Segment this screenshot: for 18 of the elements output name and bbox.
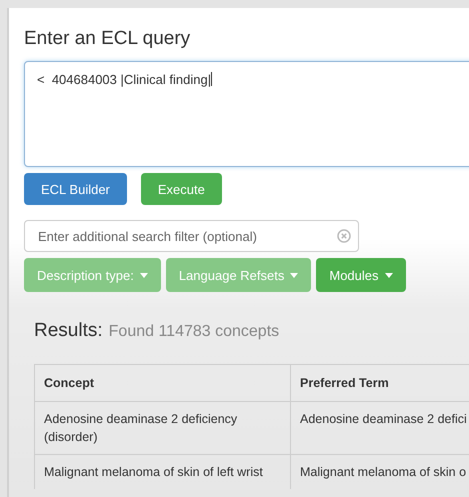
caret-icon bbox=[384, 272, 392, 278]
caret-icon bbox=[140, 272, 148, 278]
caret-icon bbox=[290, 272, 298, 278]
table-cell: Adenosine deaminase 2 deficiency (disorder) bbox=[34, 402, 290, 454]
table-cell: Malignant melanoma of skin of left wrist bbox=[34, 454, 290, 489]
execute-button[interactable]: Execute bbox=[140, 173, 222, 205]
query-heading: Enter an ECL query bbox=[24, 27, 192, 51]
search-filter-field[interactable]: Enter additional search filter (optional) bbox=[24, 220, 359, 252]
results-count: Found 114783 concepts bbox=[108, 323, 280, 341]
clear-icon[interactable] bbox=[337, 229, 351, 243]
table-cell: Malignant melanoma of skin o bbox=[290, 454, 469, 489]
column-header: Preferred Term bbox=[290, 364, 469, 402]
table-cell: Adenosine deaminase 2 defici bbox=[290, 402, 469, 454]
column-header: Concept bbox=[34, 364, 290, 402]
query-input[interactable]: < 404684003 |Clinical finding| bbox=[24, 61, 469, 167]
results-label: Results: bbox=[34, 320, 103, 342]
filter-dropdown[interactable]: Modules bbox=[316, 258, 406, 292]
ecl-builder-button[interactable]: ECL Builder bbox=[24, 173, 127, 205]
